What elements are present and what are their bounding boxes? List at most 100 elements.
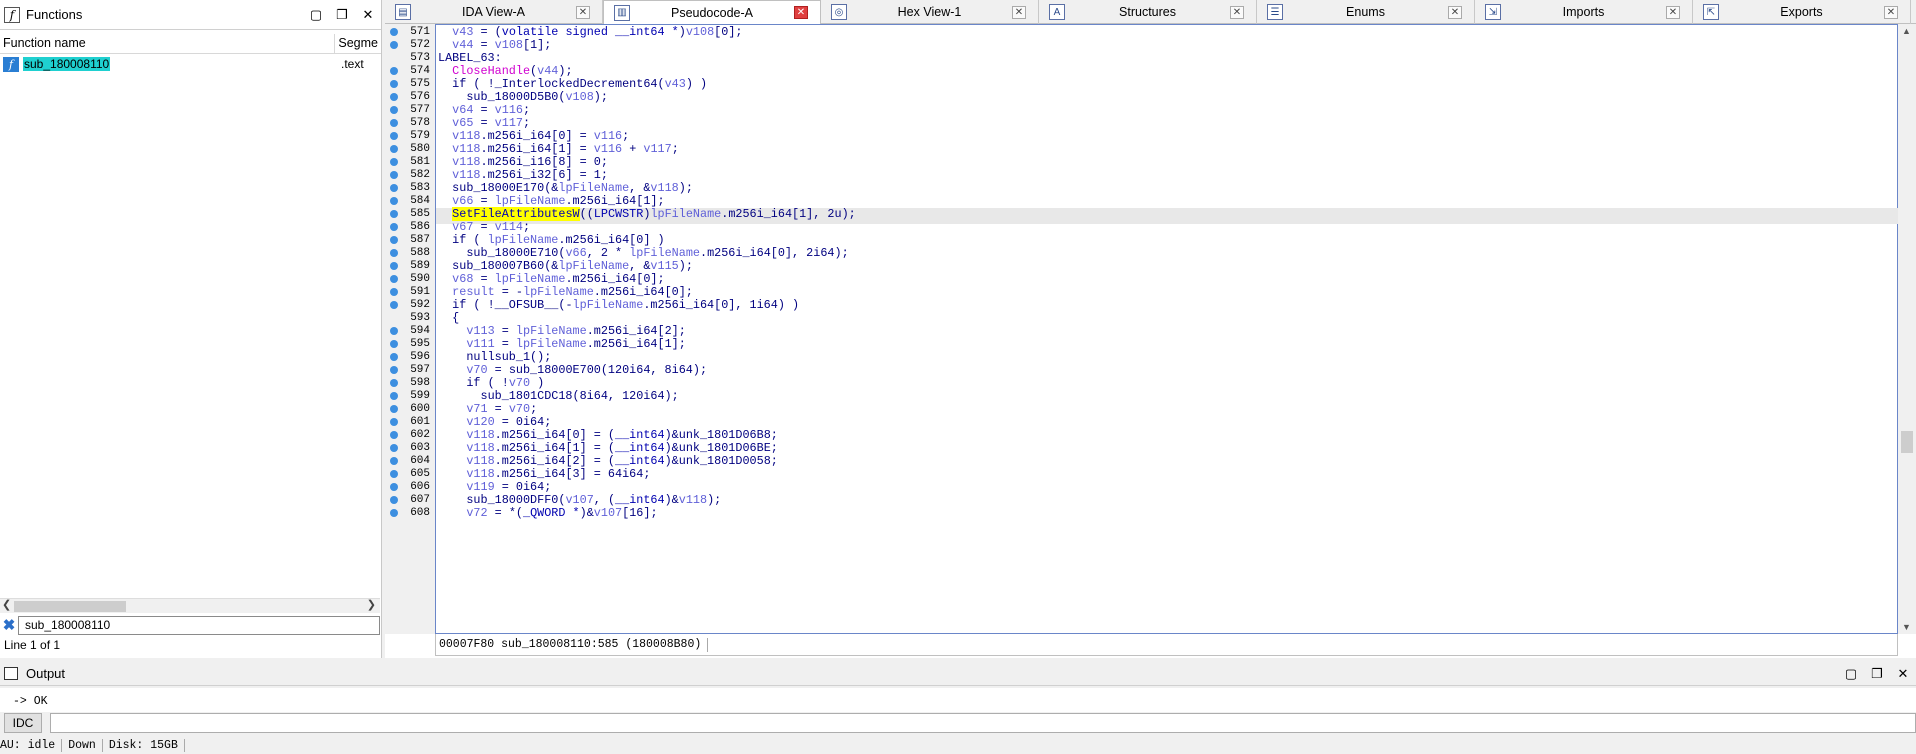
code-token: = *( [487, 506, 523, 520]
functions-title: Functions [26, 7, 83, 22]
restore-icon[interactable]: ❐ [1864, 666, 1890, 682]
vertical-scrollbar[interactable]: ▲ ▼ [1898, 24, 1916, 634]
tab-label: Imports [1562, 5, 1605, 19]
code-token: (( [579, 207, 594, 221]
scroll-thumb[interactable] [14, 601, 126, 612]
code-token: v43 [664, 77, 686, 91]
hex-icon: ◎ [831, 4, 847, 20]
clear-search-icon[interactable]: ✖ [0, 616, 18, 634]
tab-label: Enums [1346, 5, 1385, 19]
function-search: ✖ [0, 615, 380, 635]
code-token: .m256i_i64[1]; [586, 337, 686, 351]
maximize-icon[interactable]: ▢ [1838, 666, 1864, 682]
function-name: sub_180008110 [23, 57, 111, 71]
code-token: v108 [685, 25, 715, 39]
code-token: LPCWSTR [593, 207, 644, 221]
function-row[interactable]: f sub_180008110 .text [0, 55, 381, 73]
close-icon[interactable]: ✕ [355, 7, 381, 23]
code-token: _QWORD * [522, 506, 580, 520]
code-token: .m256i_i64[0], 2i64); [699, 246, 849, 260]
close-tab-icon[interactable]: ✕ [794, 6, 808, 19]
code-token: .m256i_i64[0], 1i64) ) [643, 298, 800, 312]
column-function-name[interactable]: Function name [0, 34, 336, 53]
command-line: IDC [0, 712, 1916, 734]
code-token: ); [678, 259, 693, 273]
code-token: ); [678, 181, 693, 195]
scroll-up-icon[interactable]: ▲ [1902, 26, 1911, 36]
code-token: v118 [678, 493, 708, 507]
code-token: ) [678, 25, 686, 39]
imports-icon: ⇲ [1485, 4, 1501, 20]
close-tab-icon[interactable]: ✕ [1448, 5, 1462, 19]
horizontal-scrollbar[interactable]: ❮ ❯ [0, 598, 380, 613]
tab-exports[interactable]: ⇱ Exports ✕ [1693, 0, 1911, 24]
tab-structures[interactable]: A Structures ✕ [1039, 0, 1257, 24]
language-button[interactable]: IDC [4, 713, 42, 733]
tab-label: Pseudocode-A [670, 5, 753, 20]
tab-hex-view-1[interactable]: ◎ Hex View-1 ✕ [821, 0, 1039, 24]
tab-label: IDA View-A [462, 5, 525, 19]
functions-title-bar: f Functions ▢ ❐ ✕ [0, 0, 381, 30]
status-location: 00007F80 sub_180008110:585 (180008B80) [439, 638, 702, 651]
code-line[interactable]: 592 if ( !__OFSUB__(-lpFileName.m256i_i6… [410, 297, 800, 313]
close-tab-icon[interactable]: ✕ [1884, 5, 1898, 19]
direction-status: Down [68, 738, 103, 752]
line-number: 608 [410, 507, 430, 519]
graph-icon: ▤ [395, 4, 411, 20]
code-token: ) ) [685, 77, 708, 91]
command-input[interactable] [50, 713, 1916, 733]
output-window-icon [4, 667, 18, 680]
column-segment[interactable]: Segme [335, 34, 381, 53]
function-icon: f [4, 6, 20, 23]
code-token: )& [664, 493, 679, 507]
code-token: )&unk_1801D0058; [664, 454, 778, 468]
line-count: Line 1 of 1 [4, 638, 61, 652]
tab-label: Structures [1119, 5, 1176, 19]
code-token: ; [671, 142, 679, 156]
scroll-thumb[interactable] [1901, 431, 1913, 453]
structure-icon: A [1049, 4, 1065, 20]
tab-pseudocode-a[interactable]: ▥ Pseudocode-A ✕ [603, 0, 821, 24]
tab-bar: ▤ IDA View-A ✕ ▥ Pseudocode-A ✕ ◎ Hex View-1 ✕ A S… [385, 0, 1916, 24]
output-title: Output [26, 666, 66, 681]
scroll-right-icon[interactable]: ❯ [367, 598, 376, 611]
close-tab-icon[interactable]: ✕ [1012, 5, 1026, 19]
tab-imports[interactable]: ⇲ Imports ✕ [1475, 0, 1693, 24]
code-token: v72 [466, 506, 488, 520]
close-tab-icon[interactable]: ✕ [1230, 5, 1244, 19]
functions-panel: f Functions ▢ ❐ ✕ Function name Segme f … [0, 0, 382, 658]
restore-icon[interactable]: ❐ [329, 7, 355, 23]
close-tab-icon[interactable]: ✕ [576, 5, 590, 19]
code-token: [0]; [714, 25, 743, 39]
code-token: v107 [593, 506, 623, 520]
code-line[interactable]: 608 v72 = *(_QWORD *)&v107[16]; [410, 505, 657, 521]
code-status-bar: 00007F80 sub_180008110:585 (180008B80) [435, 634, 1898, 656]
status-bar: AU: idle Down Disk: 15GB [0, 736, 1916, 754]
output-title-bar: Output ▢ ❐ ✕ [0, 662, 1916, 686]
code-token: .m256i_i64[1], 2u); [721, 207, 856, 221]
function-icon: f [3, 56, 19, 72]
pseudocode-view: 571 v43 = (volatile signed __int64 *)v10… [385, 24, 1916, 658]
document-icon: ▥ [614, 4, 630, 21]
code-token: )& [579, 506, 594, 520]
enum-icon: ☰ [1267, 4, 1283, 20]
maximize-icon[interactable]: ▢ [303, 7, 329, 23]
scroll-left-icon[interactable]: ❮ [2, 598, 11, 611]
code-token: lpFileName [650, 207, 722, 221]
code-area[interactable]: 571 v43 = (volatile signed __int64 *)v10… [410, 24, 1899, 634]
search-input[interactable] [18, 615, 380, 635]
scroll-down-icon[interactable]: ▼ [1902, 622, 1911, 632]
close-icon[interactable]: ✕ [1890, 666, 1916, 682]
tab-ida-view-a[interactable]: ▤ IDA View-A ✕ [385, 0, 603, 24]
code-token: ); [593, 90, 608, 104]
code-token: v108 [565, 90, 594, 104]
exports-icon: ⇱ [1703, 4, 1719, 20]
code-token: lpFileName [572, 298, 644, 312]
au-status: AU: idle [0, 738, 63, 752]
code-token: if ( !__OFSUB__(- [452, 298, 573, 312]
tab-enums[interactable]: ☰ Enums ✕ [1257, 0, 1475, 24]
output-text: -> OK [0, 688, 1916, 712]
close-tab-icon[interactable]: ✕ [1666, 5, 1680, 19]
tab-label: Exports [1780, 5, 1823, 19]
